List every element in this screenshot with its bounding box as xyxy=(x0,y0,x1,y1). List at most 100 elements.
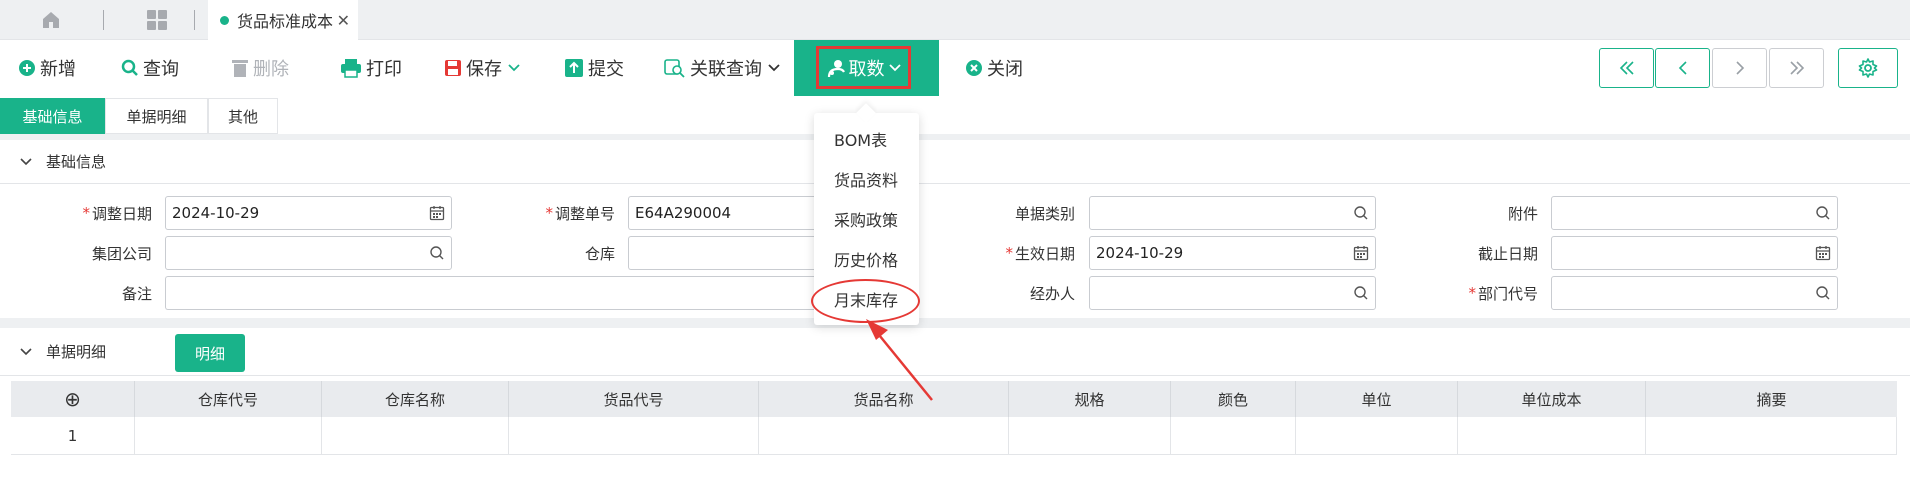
search-icon[interactable] xyxy=(429,245,445,261)
close-tab-icon[interactable]: ✕ xyxy=(337,11,350,30)
fetch-label: 取数 xyxy=(848,58,885,80)
cell-goods-code[interactable] xyxy=(508,417,758,455)
grid-header: ⊕ 仓库代号 仓库名称 货品代号 货品名称 规格 颜色 单位 单位成本 摘要 xyxy=(11,381,1897,417)
linked-query-label: 关联查询 xyxy=(690,59,762,80)
remark-field[interactable] xyxy=(165,276,814,310)
sub-tabs: 基础信息 单据明细 其他 xyxy=(0,98,278,134)
calendar-icon[interactable] xyxy=(429,205,445,221)
tab-basic-info[interactable]: 基础信息 xyxy=(0,98,105,134)
table-row[interactable]: 1 xyxy=(11,417,1897,455)
search-icon[interactable] xyxy=(1353,285,1369,301)
print-label: 打印 xyxy=(366,59,402,80)
search-icon[interactable] xyxy=(1815,205,1831,221)
end-date-label: 截止日期 xyxy=(1477,244,1538,263)
upload-icon xyxy=(564,58,584,78)
section-doc-detail[interactable]: 单据明细 xyxy=(0,328,1910,376)
linked-query-button[interactable]: 关联查询 xyxy=(664,40,780,96)
search-icon[interactable] xyxy=(1815,285,1831,301)
section-title: 单据明细 xyxy=(46,343,107,361)
attachment-label: 附件 xyxy=(1507,204,1538,223)
col-summary[interactable]: 摘要 xyxy=(1645,381,1897,417)
col-goods-name[interactable]: 货品名称 xyxy=(758,381,1008,417)
add-row-icon[interactable]: ⊕ xyxy=(11,381,134,417)
floppy-disk-icon xyxy=(444,59,462,77)
cell-summary[interactable] xyxy=(1645,417,1897,455)
group-company-field[interactable] xyxy=(165,236,452,270)
calendar-icon[interactable] xyxy=(1815,245,1831,261)
cell-warehouse-code[interactable] xyxy=(134,417,321,455)
first-record-button[interactable] xyxy=(1599,48,1654,88)
query-button[interactable]: 查询 xyxy=(121,40,179,96)
tab-doc-detail[interactable]: 单据明细 xyxy=(105,98,208,134)
user-location-icon xyxy=(827,58,847,78)
grid-apps-icon[interactable] xyxy=(142,0,172,40)
submit-button[interactable]: 提交 xyxy=(564,40,624,96)
next-record-button[interactable] xyxy=(1712,48,1767,88)
adjust-date-label: * 调整日期 xyxy=(82,204,152,223)
menu-item-goods-info[interactable]: 货品资料 xyxy=(814,159,919,199)
settings-button[interactable] xyxy=(1838,48,1898,88)
cell-unit[interactable] xyxy=(1295,417,1457,455)
gear-icon xyxy=(1858,58,1878,78)
group-company-label: 集团公司 xyxy=(91,244,152,263)
dept-code-field[interactable] xyxy=(1551,276,1838,310)
col-warehouse-name[interactable]: 仓库名称 xyxy=(321,381,508,417)
cell-unit-cost[interactable] xyxy=(1457,417,1645,455)
dept-code-label: * 部门代号 xyxy=(1468,284,1538,303)
effective-date-field[interactable]: 2024-10-29 xyxy=(1089,236,1376,270)
doc-type-field[interactable] xyxy=(1089,196,1376,230)
save-label: 保存 xyxy=(466,59,502,80)
delete-button[interactable]: 删除 xyxy=(231,40,289,96)
home-icon[interactable] xyxy=(36,0,66,40)
row-index: 1 xyxy=(67,427,78,445)
warehouse-label: 仓库 xyxy=(584,244,615,263)
col-spec[interactable]: 规格 xyxy=(1008,381,1170,417)
save-button[interactable]: 保存 xyxy=(444,40,520,96)
doc-tab-standard-cost[interactable]: 货品标准成本 ✕ xyxy=(208,0,358,40)
chevron-left-icon xyxy=(1678,61,1687,75)
detail-button[interactable]: 明细 xyxy=(175,334,245,372)
close-button[interactable]: 关闭 xyxy=(965,40,1023,96)
adjust-no-field[interactable]: E64A290004 xyxy=(628,196,814,230)
calendar-icon[interactable] xyxy=(1353,245,1369,261)
menu-item-bom[interactable]: BOM表 xyxy=(814,119,919,159)
chevron-down-icon xyxy=(508,61,520,75)
remark-label: 备注 xyxy=(121,284,152,303)
cell-warehouse-name[interactable] xyxy=(321,417,508,455)
attachment-field[interactable] xyxy=(1551,196,1838,230)
cell-color[interactable] xyxy=(1170,417,1295,455)
delete-label: 删除 xyxy=(253,59,289,80)
col-warehouse-code[interactable]: 仓库代号 xyxy=(134,381,321,417)
plus-circle-icon xyxy=(18,59,36,77)
col-unit[interactable]: 单位 xyxy=(1295,381,1457,417)
cell-goods-name[interactable] xyxy=(758,417,1008,455)
effective-date-value: 2024-10-29 xyxy=(1096,244,1184,262)
handler-field[interactable] xyxy=(1089,276,1376,310)
fetch-annotation-box: 取数 xyxy=(816,46,911,89)
warehouse-field[interactable] xyxy=(628,236,814,270)
end-date-field[interactable] xyxy=(1551,236,1838,270)
last-record-button[interactable] xyxy=(1769,48,1824,88)
printer-icon xyxy=(340,58,362,78)
section-title: 基础信息 xyxy=(46,153,107,171)
col-goods-code[interactable]: 货品代号 xyxy=(508,381,758,417)
prev-record-button[interactable] xyxy=(1655,48,1710,88)
fetch-data-button[interactable]: 取数 xyxy=(794,40,939,96)
menu-item-price-history[interactable]: 历史价格 xyxy=(814,239,919,279)
col-unit-cost[interactable]: 单位成本 xyxy=(1457,381,1645,417)
adjust-date-field[interactable]: 2024-10-29 xyxy=(165,196,452,230)
adjust-no-value: E64A290004 xyxy=(635,204,732,222)
add-button[interactable]: 新增 xyxy=(18,40,76,96)
col-color[interactable]: 颜色 xyxy=(1170,381,1295,417)
tab-separator xyxy=(103,10,104,30)
add-label: 新增 xyxy=(40,59,76,80)
double-chevron-left-icon xyxy=(1619,61,1634,75)
print-button[interactable]: 打印 xyxy=(340,40,402,96)
search-icon[interactable] xyxy=(1353,205,1369,221)
tab-other[interactable]: 其他 xyxy=(208,98,278,134)
cell-spec[interactable] xyxy=(1008,417,1170,455)
search-icon xyxy=(121,59,139,77)
section-basic-info[interactable]: 基础信息 xyxy=(0,140,1910,184)
linked-search-icon xyxy=(664,58,686,78)
menu-item-purchase-policy[interactable]: 采购政策 xyxy=(814,199,919,239)
